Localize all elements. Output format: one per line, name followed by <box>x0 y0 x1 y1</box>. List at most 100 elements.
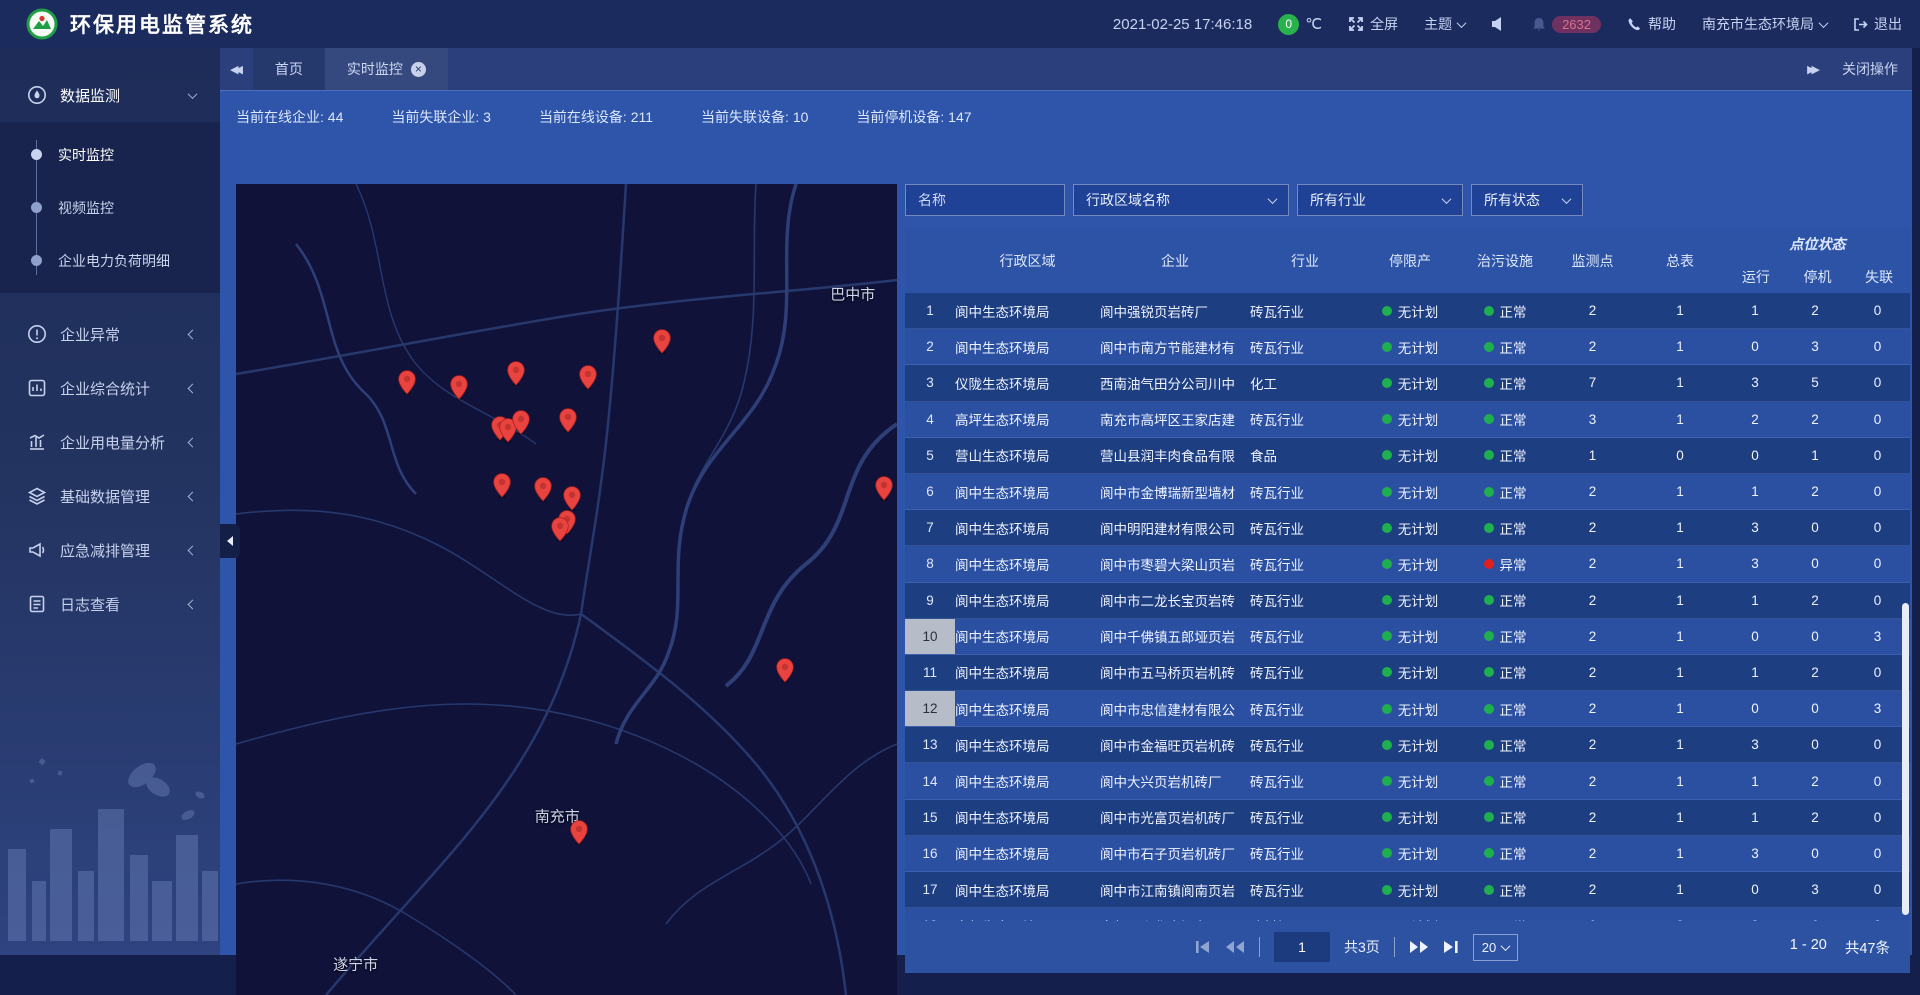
map-pin-icon[interactable] <box>493 472 512 504</box>
cell-lost: 0 <box>1845 836 1910 871</box>
table-row[interactable]: 5营山生态环境局营山县润丰肉食品有限食品无计划正常10010 <box>905 438 1910 474</box>
industry-filter-select[interactable]: 所有行业 <box>1297 184 1463 216</box>
table-row[interactable]: 17阆中生态环境局阆中市江南镇阆南页岩砖瓦行业无计划正常21030 <box>905 872 1910 908</box>
theme-dropdown[interactable]: 主题 <box>1424 14 1465 34</box>
cell-stop: 0 <box>1785 836 1845 871</box>
map-pin-icon[interactable] <box>875 475 894 507</box>
sidebar-item-base-data[interactable]: 基础数据管理 <box>0 469 220 523</box>
table-row[interactable]: 14阆中生态环境局阆中大兴页岩机砖厂砖瓦行业无计划正常21120 <box>905 763 1910 799</box>
status-dot-icon <box>1484 848 1494 858</box>
table-row[interactable]: 3仪陇生态环境局西南油气田分公司川中化工无计划正常71350 <box>905 365 1910 401</box>
table-row[interactable]: 10阆中生态环境局阆中千佛镇五郎垭页岩砖瓦行业无计划正常21003 <box>905 619 1910 655</box>
map-pin-icon[interactable] <box>550 516 569 548</box>
cell-industry: 砖瓦行业 <box>1250 510 1360 545</box>
tab-realtime-monitor[interactable]: 实时监控 × <box>325 48 448 90</box>
table-row[interactable]: 7阆中生态环境局阆中明阳建材有限公司砖瓦行业无计划正常21300 <box>905 510 1910 546</box>
table-row[interactable]: 4高坪生态环境局南充市高坪区王家店建砖瓦行业无计划正常31220 <box>905 402 1910 438</box>
col-facility: 治污设施 <box>1460 228 1550 293</box>
sidebar-item-enterprise-stats[interactable]: 企业综合统计 <box>0 361 220 415</box>
map-panel[interactable]: 巴中市南充市遂宁市 <box>236 184 897 995</box>
help-button[interactable]: 帮助 <box>1627 14 1676 34</box>
table-scrollbar[interactable] <box>1902 603 1909 915</box>
page-number-input[interactable]: 1 <box>1274 932 1330 962</box>
cell-facility-status: 正常 <box>1460 800 1550 835</box>
tabs-scroll-right-icon[interactable]: ▶▶ <box>1807 63 1816 76</box>
col-company: 企业 <box>1100 228 1250 293</box>
cell-company: 南充市高坪区王家店建 <box>1100 402 1250 437</box>
chevron-down-icon <box>1819 18 1829 28</box>
cell-limit-status: 无计划 <box>1360 655 1460 690</box>
sidebar-item-power-analysis[interactable]: 企业用电量分析 <box>0 415 220 469</box>
table-row[interactable]: 1阆中生态环境局阆中强锐页岩砖厂砖瓦行业无计划正常21120 <box>905 293 1910 329</box>
cell-run: 2 <box>1725 402 1785 437</box>
mute-speaker-icon[interactable] <box>1491 17 1506 31</box>
map-pin-icon[interactable] <box>559 407 578 439</box>
sidebar-item-emergency[interactable]: 应急减排管理 <box>0 523 220 577</box>
cell-region: 阆中生态环境局 <box>955 329 1100 364</box>
sidebar-item-data-monitor[interactable]: 数据监测 <box>0 68 220 122</box>
map-collapse-handle[interactable] <box>220 524 240 558</box>
cell-stop: 2 <box>1785 583 1845 618</box>
temperature: 0 ℃ <box>1278 14 1322 35</box>
cell-meters: 1 <box>1635 619 1725 654</box>
map-pin-icon[interactable] <box>398 369 417 401</box>
status-dot-icon <box>1382 631 1392 641</box>
notifications[interactable]: 2632 <box>1532 16 1601 33</box>
sidebar-item-label: 应急减排管理 <box>60 540 150 561</box>
page-size-select[interactable]: 20 <box>1473 934 1518 961</box>
region-filter-select[interactable]: 行政区域名称 <box>1073 184 1289 216</box>
cell-run: 1 <box>1725 474 1785 509</box>
map-pin-icon[interactable] <box>775 657 794 689</box>
next-page-icon[interactable] <box>1409 940 1429 954</box>
stat-item-1: 当前失联企业: 3 <box>391 107 491 127</box>
cell-facility-status: 正常 <box>1460 365 1550 400</box>
table-row[interactable]: 8阆中生态环境局阆中市枣碧大梁山页岩砖瓦行业无计划异常21300 <box>905 546 1910 582</box>
map-pin-icon[interactable] <box>506 360 525 392</box>
table-row[interactable]: 9阆中生态环境局阆中市二龙长宝页岩砖砖瓦行业无计划正常21120 <box>905 583 1910 619</box>
table-row[interactable]: 11阆中生态环境局阆中市五马桥页岩机砖砖瓦行业无计划正常21120 <box>905 655 1910 691</box>
table-row[interactable]: 16阆中生态环境局阆中市石子页岩机砖厂砖瓦行业无计划正常21300 <box>905 836 1910 872</box>
cell-lost: 0 <box>1845 727 1910 762</box>
map-pin-icon[interactable] <box>578 364 597 396</box>
fullscreen-button[interactable]: 全屏 <box>1348 14 1398 34</box>
close-operations-button[interactable]: 关闭操作 <box>1842 59 1898 79</box>
sidebar-item-log-view[interactable]: 日志查看 <box>0 577 220 631</box>
name-filter-input[interactable]: 名称 <box>905 184 1065 216</box>
status-dot-icon <box>1382 487 1392 497</box>
status-filter-select[interactable]: 所有状态 <box>1471 184 1583 216</box>
region-filter-value: 行政区域名称 <box>1086 190 1170 210</box>
cell-limit-status: 无计划 <box>1360 619 1460 654</box>
cell-limit-status: 无计划 <box>1360 872 1460 907</box>
sidebar-subitem-1[interactable]: 视频监控 <box>0 181 220 234</box>
tab-home[interactable]: 首页 <box>253 48 325 90</box>
last-page-icon[interactable] <box>1443 940 1459 954</box>
status-dot-icon <box>1484 342 1494 352</box>
stat-item-4: 当前停机设备: 147 <box>856 107 971 127</box>
cell-company: 阆中市二龙长宝页岩砖 <box>1100 583 1250 618</box>
sidebar-subitem-0[interactable]: 实时监控 <box>0 128 220 181</box>
prev-page-icon[interactable] <box>1225 940 1245 954</box>
table-row[interactable]: 2阆中生态环境局阆中市南方节能建材有砖瓦行业无计划正常21030 <box>905 329 1910 365</box>
content: ◀◀ 首页 实时监控 × ▶▶ 关闭操作 当前在线企业: 44当前失联企业: 3… <box>220 48 1912 955</box>
first-page-icon[interactable] <box>1195 940 1211 954</box>
chevron-down-icon <box>188 89 198 99</box>
map-pin-icon[interactable] <box>653 328 672 360</box>
sidebar-subitem-2[interactable]: 企业电力负荷明细 <box>0 234 220 287</box>
cell-run: 1 <box>1725 655 1785 690</box>
sidebar-item-enterprise-abnormal[interactable]: 企业异常 <box>0 307 220 361</box>
map-pin-icon[interactable] <box>450 374 469 406</box>
table-row[interactable]: 12阆中生态环境局阆中市忠信建材有限公砖瓦行业无计划正常21003 <box>905 691 1910 727</box>
table-row[interactable]: 15阆中生态环境局阆中市光富页岩机砖厂砖瓦行业无计划正常21120 <box>905 800 1910 836</box>
table-row[interactable]: 13阆中生态环境局阆中市金福旺页岩机砖砖瓦行业无计划正常21300 <box>905 727 1910 763</box>
org-dropdown[interactable]: 南充市生态环境局 <box>1702 14 1827 34</box>
table-row[interactable]: 18南部生态环境局南部县砌化水泥有限公建材加工无计划正常60060 <box>905 908 1910 921</box>
cell-run: 0 <box>1725 438 1785 473</box>
table-row[interactable]: 6阆中生态环境局阆中市金博瑞新型墙材砖瓦行业无计划正常21120 <box>905 474 1910 510</box>
map-pin-icon[interactable] <box>511 409 530 441</box>
col-point-status: 点位状态 <box>1725 228 1910 260</box>
close-icon[interactable]: × <box>411 62 426 77</box>
logout-button[interactable]: 退出 <box>1853 14 1902 34</box>
map-pin-icon[interactable] <box>533 476 552 508</box>
tabs-scroll-left-icon[interactable]: ◀◀ <box>230 63 239 76</box>
map-pin-icon[interactable] <box>570 819 589 851</box>
